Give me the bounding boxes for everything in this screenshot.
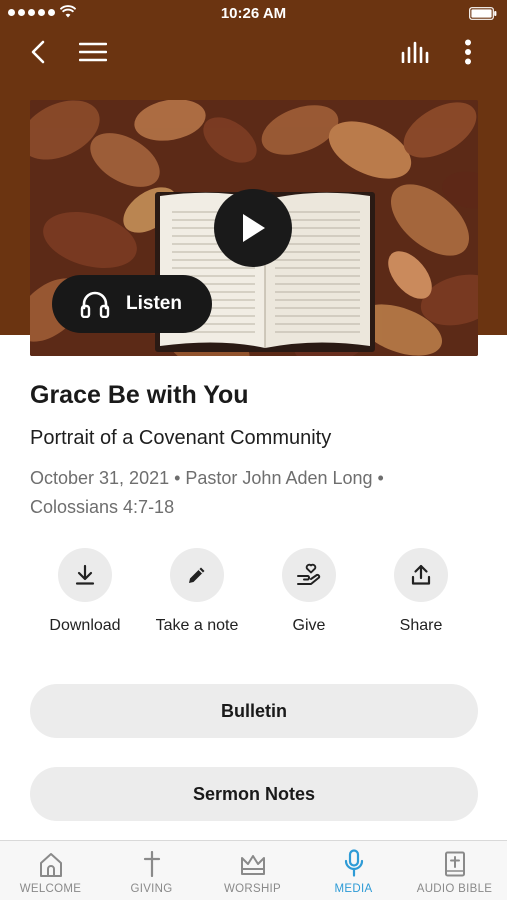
give-circle (282, 548, 336, 602)
more-options-button[interactable] (450, 34, 486, 70)
give-button[interactable]: Give (254, 548, 364, 635)
headphones-icon (80, 291, 110, 318)
back-button[interactable] (20, 34, 56, 70)
listen-label: Listen (126, 293, 182, 314)
status-time: 10:26 AM (220, 5, 287, 22)
listen-button[interactable]: Listen (52, 275, 212, 333)
bulletin-button[interactable]: Bulletin (30, 684, 478, 738)
cross-icon (143, 851, 160, 877)
sermon-meta: October 31, 2021 • Pastor John Aden Long… (30, 468, 384, 517)
play-icon (243, 214, 265, 242)
tab-welcome[interactable]: WELCOME (0, 841, 101, 900)
church-icon (39, 853, 62, 877)
microphone-icon (344, 849, 363, 877)
sermon-notes-button[interactable]: Sermon Notes (30, 767, 478, 821)
share-icon (411, 564, 431, 585)
more-vertical-icon (465, 39, 471, 65)
tab-giving[interactable]: GIVING (101, 841, 202, 900)
tab-worship[interactable]: WORSHIP (202, 841, 303, 900)
audio-bars-icon (401, 41, 429, 63)
tab-worship-label: WORSHIP (223, 883, 282, 895)
tab-media[interactable]: MEDIA (303, 841, 404, 900)
sermon-title: Grace Be with You (30, 381, 249, 409)
status-bar: 10:26 AM (0, 0, 507, 28)
bottom-tab-bar: WELCOME GIVING WORSHIP MEDIA AUDIO BIBLE (0, 840, 507, 900)
sermon-series: Portrait of a Covenant Community (30, 427, 332, 449)
bible-icon (444, 851, 465, 877)
take-a-note-label: Take a note (155, 617, 239, 634)
tab-audio-bible[interactable]: AUDIO BIBLE (404, 841, 505, 900)
share-circle (394, 548, 448, 602)
chevron-left-icon (31, 40, 45, 64)
tab-audio-bible-label: AUDIO BIBLE (416, 883, 493, 895)
tab-giving-label: GIVING (130, 883, 173, 895)
audio-player-button[interactable] (397, 34, 433, 70)
download-icon (75, 564, 95, 585)
give-hand-heart-icon (297, 563, 321, 585)
share-label: Share (399, 617, 443, 634)
download-circle (58, 548, 112, 602)
download-label: Download (49, 617, 121, 634)
action-row: Download Take a note Give Share (0, 548, 507, 648)
menu-button[interactable] (75, 34, 111, 70)
tab-media-label: MEDIA (334, 883, 373, 895)
take-a-note-button[interactable]: Take a note (142, 548, 252, 635)
crown-icon (240, 855, 265, 875)
pencil-icon (189, 567, 205, 583)
share-button[interactable]: Share (366, 548, 476, 635)
take-a-note-circle (170, 548, 224, 602)
battery-icon (469, 7, 497, 20)
play-button[interactable] (214, 189, 292, 267)
download-button[interactable]: Download (30, 548, 140, 635)
navigation-bar (0, 34, 507, 70)
sermon-hero-image: Listen (30, 100, 478, 356)
give-label: Give (292, 617, 326, 634)
tab-welcome-label: WELCOME (19, 883, 82, 895)
hamburger-menu-icon (79, 42, 107, 62)
